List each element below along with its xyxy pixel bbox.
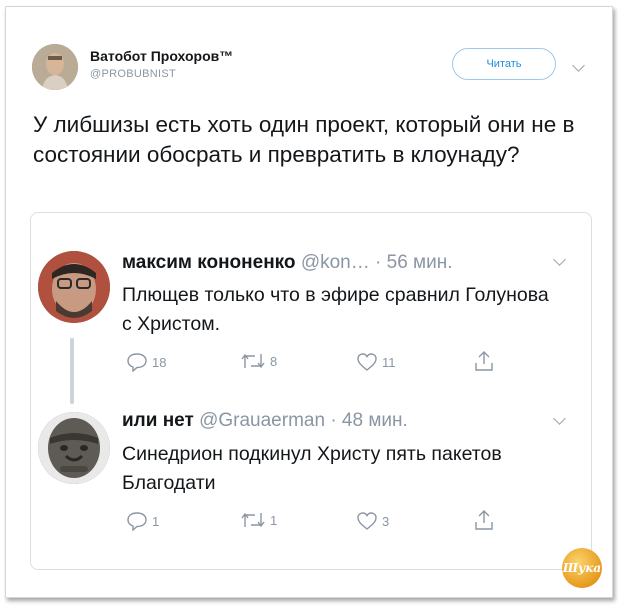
retweet-count: 8: [270, 353, 278, 369]
quoted-text: Синедрион подкинул Христу пять пакетов Б…: [122, 443, 502, 494]
like-count: 11: [382, 354, 396, 370]
quoted-header: или нет @Grauaerman · 48 мин.: [122, 410, 408, 432]
quoted-header: максим кононенко @kon… · 56 мин.: [122, 252, 453, 274]
retweet-action[interactable]: 1: [240, 511, 277, 529]
like-icon: [357, 353, 377, 371]
quoted-author-name[interactable]: максим кононенко: [122, 252, 296, 273]
author-avatar[interactable]: [32, 44, 78, 90]
like-action[interactable]: 11: [356, 352, 396, 372]
quoted-text: Плющев только что в эфире сравнил Голуно…: [122, 284, 549, 335]
quoted-avatar[interactable]: [38, 251, 110, 323]
tweet-text: У либшизы есть хоть один проект, который…: [33, 112, 575, 167]
quoted-author-name[interactable]: или нет: [122, 410, 194, 431]
quoted-author-meta[interactable]: @kon… · 56 мин.: [296, 252, 453, 273]
reply-icon: [127, 512, 147, 531]
retweet-icon: [241, 512, 265, 528]
reply-action[interactable]: 1: [126, 511, 159, 531]
follow-button[interactable]: Читать: [452, 48, 556, 80]
reply-action[interactable]: 18: [126, 352, 166, 372]
reply-icon: [127, 353, 147, 372]
retweet-action[interactable]: 8: [240, 352, 277, 370]
reply-count: 18: [152, 354, 167, 370]
quoted-avatar[interactable]: [38, 412, 110, 484]
share-action[interactable]: [474, 509, 494, 531]
retweet-icon: [241, 353, 265, 369]
watermark-logo: Шука: [562, 548, 602, 588]
author-name[interactable]: Ватобот Прохоров™: [90, 48, 233, 64]
like-action[interactable]: 3: [356, 511, 389, 531]
share-icon: [475, 510, 493, 530]
thread-connector: [70, 338, 74, 404]
reply-count: 1: [152, 513, 160, 529]
quoted-author-meta[interactable]: @Grauaerman · 48 мин.: [194, 410, 408, 431]
retweet-count: 1: [270, 512, 278, 528]
share-action[interactable]: [474, 350, 494, 372]
author-handle[interactable]: @PROBUBNIST: [90, 68, 176, 80]
like-icon: [357, 512, 377, 530]
like-count: 3: [382, 513, 390, 529]
share-icon: [475, 351, 493, 371]
